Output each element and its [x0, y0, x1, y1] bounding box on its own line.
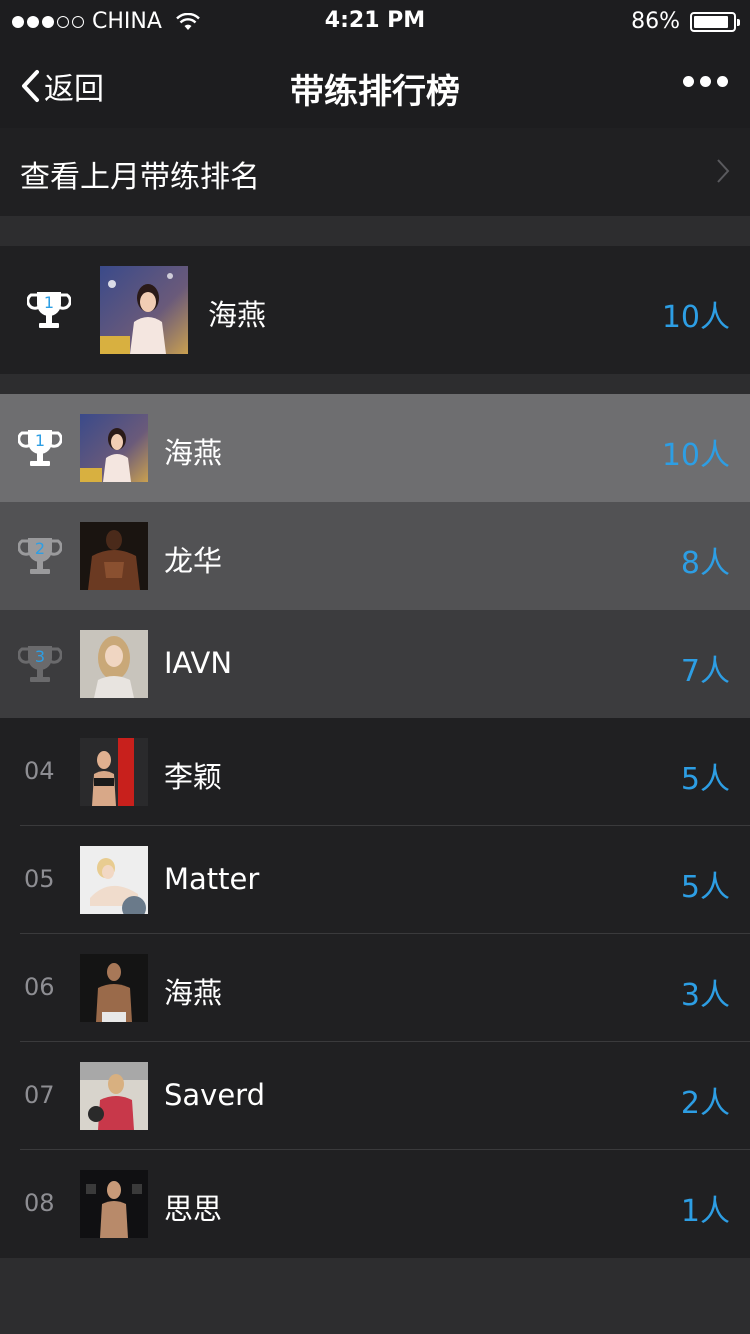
trophy-icon: 3 [18, 646, 62, 682]
list-item[interactable]: 06 海燕 3人 [0, 934, 750, 1042]
list-item[interactable]: 3 IAVN 7人 [0, 610, 750, 718]
avatar [80, 630, 148, 698]
avatar [80, 414, 148, 482]
my-name: 海燕 [208, 298, 267, 332]
avatar [80, 522, 148, 590]
avatar [80, 846, 148, 914]
trophy-icon: 1 [27, 292, 71, 328]
list-item[interactable]: 2 龙华 8人 [0, 502, 750, 610]
list-item[interactable]: 08 思思 1人 [0, 1150, 750, 1258]
list-item-name: 海燕 [164, 436, 223, 470]
svg-text:3: 3 [35, 647, 45, 666]
list-item-name: 海燕 [164, 976, 223, 1010]
svg-text:1: 1 [44, 293, 54, 312]
last-month-label: 查看上月带练排名 [20, 160, 260, 195]
more-dot-icon [683, 76, 694, 87]
list-item-count: 5人 [680, 762, 730, 797]
list-item-name: 龙华 [164, 544, 223, 578]
chevron-right-icon [717, 159, 730, 183]
list-item-name: Matter [164, 862, 260, 896]
rank-number: 05 [24, 865, 55, 893]
my-count: 10人 [661, 300, 730, 335]
trophy-icon: 2 [18, 538, 62, 574]
avatar [80, 1062, 148, 1130]
page-title: 带练排行榜 [290, 72, 460, 112]
avatar [80, 738, 148, 806]
battery-icon [690, 11, 740, 32]
trophy-icon: 1 [18, 430, 62, 466]
navigation-bar: 返回 带练排行榜 [0, 44, 750, 128]
list-item-name: IAVN [164, 646, 233, 680]
list-item-count: 5人 [680, 870, 730, 905]
list-item[interactable]: 07 Saverd 2人 [0, 1042, 750, 1150]
battery-percent: 86% [631, 9, 680, 34]
rank-number: 07 [24, 1081, 55, 1109]
rank-number: 04 [24, 757, 55, 785]
rank-number: 06 [24, 973, 55, 1001]
rank-number: 08 [24, 1189, 55, 1217]
my-rank-row[interactable]: 1 海燕 10人 [0, 246, 750, 374]
list-item[interactable]: 1 海燕 10人 [0, 394, 750, 502]
list-item-name: 李颖 [164, 760, 223, 794]
status-bar: CHINA 4:21 PM 86% [0, 0, 750, 44]
more-options-button[interactable] [683, 76, 728, 87]
list-item-count: 2人 [680, 1086, 730, 1121]
battery-status: 86% [631, 9, 740, 34]
svg-text:1: 1 [35, 431, 45, 450]
list-item-count: 10人 [661, 438, 730, 473]
avatar [80, 1170, 148, 1238]
list-item[interactable]: 05 Matter 5人 [0, 826, 750, 934]
avatar [80, 954, 148, 1022]
list-item-name: Saverd [164, 1078, 266, 1112]
list-item-count: 3人 [680, 978, 730, 1013]
list-item[interactable]: 04 李颖 5人 [0, 718, 750, 826]
avatar [100, 266, 188, 354]
list-item-name: 思思 [164, 1192, 223, 1226]
svg-text:2: 2 [35, 539, 45, 558]
list-item-count: 7人 [680, 654, 730, 689]
last-month-ranking-link[interactable]: 查看上月带练排名 [0, 128, 750, 216]
list-item-count: 8人 [680, 546, 730, 581]
list-item-count: 1人 [680, 1194, 730, 1229]
